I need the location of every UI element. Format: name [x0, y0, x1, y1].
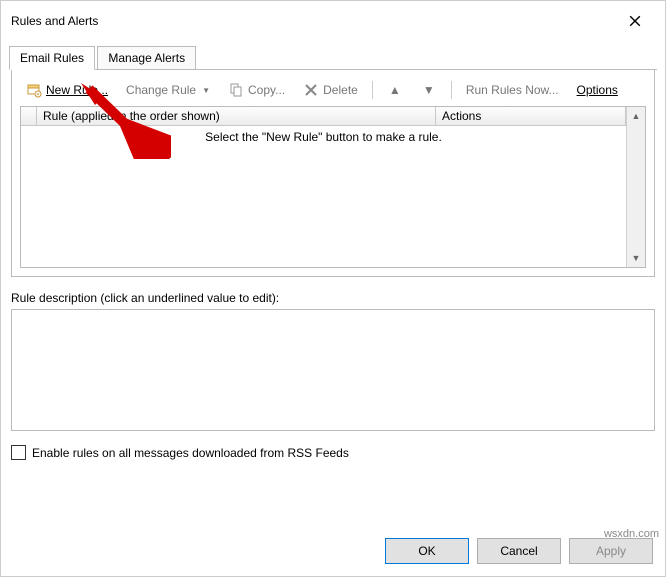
rules-and-alerts-dialog: Rules and Alerts Email Rules Manage Aler… — [0, 0, 666, 577]
toolbar-separator — [372, 81, 373, 99]
tab-manage-alerts[interactable]: Manage Alerts — [97, 46, 196, 69]
copy-icon — [228, 82, 244, 98]
chevron-down-icon: ▼ — [202, 86, 210, 95]
vertical-scrollbar[interactable]: ▲ ▼ — [626, 107, 645, 267]
grid-header-checkbox-col[interactable] — [21, 107, 37, 125]
new-rule-button[interactable]: ✶ New Rule... — [22, 80, 112, 100]
apply-button[interactable]: Apply — [569, 538, 653, 564]
run-rules-now-label: Run Rules Now... — [466, 83, 559, 97]
grid-empty-message: Select the "New Rule" button to make a r… — [205, 130, 442, 144]
col-actions-label: Actions — [442, 109, 481, 123]
change-rule-button[interactable]: Change Rule ▼ — [122, 81, 214, 99]
scroll-down-icon[interactable]: ▼ — [627, 249, 645, 267]
tab-label: Email Rules — [20, 51, 84, 65]
tab-strip: Email Rules Manage Alerts — [9, 45, 657, 70]
dialog-button-row: OK Cancel Apply — [385, 538, 653, 564]
rss-checkbox[interactable] — [11, 445, 26, 460]
options-button[interactable]: Options — [573, 81, 622, 99]
close-icon — [629, 15, 641, 27]
cancel-button[interactable]: Cancel — [477, 538, 561, 564]
rules-section: ✶ New Rule... Change Rule ▼ Copy... Dele… — [11, 70, 655, 277]
run-rules-now-button[interactable]: Run Rules Now... — [462, 81, 563, 99]
col-rule-label: Rule (applied in the order shown) — [43, 109, 220, 123]
copy-label: Copy... — [248, 83, 285, 97]
change-rule-label: Change Rule — [126, 83, 196, 97]
scroll-up-icon[interactable]: ▲ — [627, 107, 645, 125]
toolbar: ✶ New Rule... Change Rule ▼ Copy... Dele… — [20, 78, 646, 106]
new-rule-label: New Rule... — [46, 83, 108, 97]
delete-label: Delete — [323, 83, 358, 97]
copy-button[interactable]: Copy... — [224, 80, 289, 100]
ok-button[interactable]: OK — [385, 538, 469, 564]
arrow-up-icon: ▲ — [387, 82, 403, 98]
new-rule-icon: ✶ — [26, 82, 42, 98]
apply-label: Apply — [596, 544, 626, 558]
move-down-button[interactable]: ▼ — [417, 80, 441, 100]
ok-label: OK — [418, 544, 435, 558]
toolbar-separator — [451, 81, 452, 99]
rss-checkbox-row[interactable]: Enable rules on all messages downloaded … — [11, 445, 655, 460]
grid-body: Select the "New Rule" button to make a r… — [21, 126, 626, 267]
watermark-text: wsxdn.com — [604, 528, 659, 540]
options-label: Options — [577, 83, 618, 97]
grid-header-rule-col[interactable]: Rule (applied in the order shown) — [37, 107, 436, 125]
rss-checkbox-label: Enable rules on all messages downloaded … — [32, 446, 349, 460]
rules-grid: Rule (applied in the order shown) Action… — [20, 106, 646, 268]
svg-text:✶: ✶ — [36, 92, 40, 98]
arrow-down-icon: ▼ — [421, 82, 437, 98]
cancel-label: Cancel — [500, 544, 537, 558]
rule-description-label: Rule description (click an underlined va… — [11, 291, 655, 305]
grid-header-actions-col[interactable]: Actions — [436, 107, 626, 125]
rule-description-box[interactable] — [11, 309, 655, 431]
move-up-button[interactable]: ▲ — [383, 80, 407, 100]
titlebar: Rules and Alerts — [1, 1, 665, 37]
grid-header: Rule (applied in the order shown) Action… — [21, 107, 626, 126]
delete-button[interactable]: Delete — [299, 80, 362, 100]
delete-icon — [303, 82, 319, 98]
tab-label: Manage Alerts — [108, 51, 185, 65]
grid-main: Rule (applied in the order shown) Action… — [21, 107, 626, 267]
dialog-title: Rules and Alerts — [11, 14, 98, 28]
close-button[interactable] — [615, 7, 655, 35]
tab-email-rules[interactable]: Email Rules — [9, 46, 95, 70]
